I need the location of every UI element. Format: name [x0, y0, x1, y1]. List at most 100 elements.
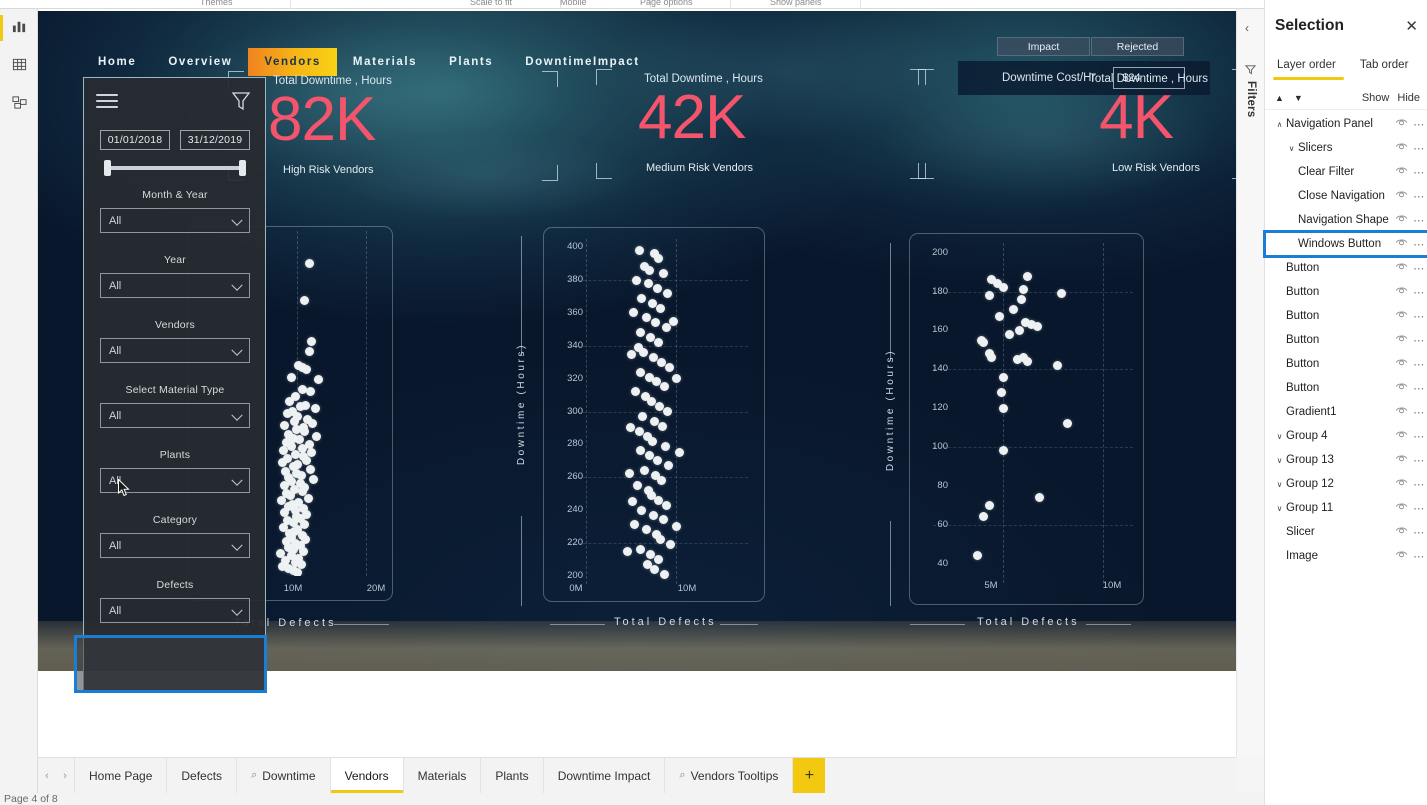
scatter-point[interactable]	[287, 373, 297, 383]
report-view-button[interactable]	[0, 9, 38, 47]
visibility-eye-icon[interactable]	[1392, 550, 1410, 562]
slider-handle-right[interactable]	[239, 160, 246, 176]
visibility-eye-icon[interactable]	[1392, 238, 1410, 250]
scatter-point[interactable]	[653, 554, 663, 564]
chevron-down-icon[interactable]: ∨	[1273, 504, 1286, 513]
scatter-point[interactable]	[986, 353, 996, 363]
visibility-eye-icon[interactable]	[1392, 406, 1410, 418]
scatter-point[interactable]	[310, 404, 320, 414]
scatter-point[interactable]	[637, 505, 647, 515]
more-options-icon[interactable]: ⋯	[1410, 454, 1427, 467]
visibility-eye-icon[interactable]	[1392, 310, 1410, 322]
selection-layer-row[interactable]: Windows Button ⋯	[1263, 230, 1427, 258]
model-view-button[interactable]	[0, 85, 38, 123]
scatter-point[interactable]	[994, 312, 1004, 322]
slicer-dropdown-plants[interactable]: All	[100, 468, 250, 493]
scatter-point[interactable]	[305, 386, 315, 396]
scatter-point[interactable]	[652, 456, 662, 466]
scatter-point[interactable]	[996, 388, 1006, 398]
more-options-icon[interactable]: ⋯	[1410, 142, 1427, 155]
more-options-icon[interactable]: ⋯	[1410, 238, 1427, 251]
scatter-point[interactable]	[313, 374, 323, 384]
slicer-dropdown-vendors[interactable]: All	[100, 338, 250, 363]
scatter-point[interactable]	[304, 259, 314, 269]
scatter-point[interactable]	[653, 338, 663, 347]
page-tab-plants[interactable]: Plants	[481, 758, 544, 793]
page-tab-home-page[interactable]: Home Page	[74, 758, 168, 793]
scatter-point[interactable]	[663, 288, 673, 298]
scatter-point[interactable]	[657, 476, 667, 485]
scatter-point[interactable]	[665, 362, 675, 372]
selection-layer-row[interactable]: ∧ Navigation Panel ⋯	[1265, 112, 1427, 136]
scatter-point[interactable]	[671, 522, 681, 531]
nav-item-home[interactable]: Home	[82, 48, 152, 76]
scatter-point[interactable]	[978, 337, 988, 347]
scatter-point[interactable]	[638, 411, 648, 421]
scatter-plot-medium-risk[interactable]	[568, 239, 748, 584]
scatter-point[interactable]	[294, 435, 304, 445]
page-tab-materials[interactable]: Materials	[403, 758, 482, 793]
move-down-icon[interactable]: ▼	[1294, 93, 1303, 103]
chevron-down-icon[interactable]: ∨	[1273, 480, 1286, 489]
selection-layer-row[interactable]: ∨ Slicers ⋯	[1265, 136, 1427, 160]
scatter-point[interactable]	[654, 254, 664, 264]
more-options-icon[interactable]: ⋯	[1410, 262, 1427, 275]
scatter-point[interactable]	[629, 308, 639, 318]
scatter-point[interactable]	[972, 551, 982, 561]
more-options-icon[interactable]: ⋯	[1410, 214, 1427, 227]
visibility-eye-icon[interactable]	[1392, 526, 1410, 538]
slicer-dropdown-month-year[interactable]: All	[100, 208, 250, 233]
scatter-point[interactable]	[305, 464, 315, 474]
scatter-point[interactable]	[1018, 285, 1028, 295]
more-options-icon[interactable]: ⋯	[1410, 166, 1427, 179]
scatter-point[interactable]	[1032, 322, 1042, 332]
scatter-point[interactable]	[625, 423, 635, 433]
selection-layer-row[interactable]: Button ⋯	[1265, 376, 1427, 400]
more-options-icon[interactable]: ⋯	[1410, 334, 1427, 347]
more-options-icon[interactable]: ⋯	[1410, 310, 1427, 323]
scatter-point[interactable]	[636, 367, 646, 377]
scatter-point[interactable]	[652, 283, 662, 293]
scatter-point[interactable]	[1052, 360, 1062, 370]
scatter-point[interactable]	[998, 446, 1008, 456]
selection-layer-row[interactable]: Gradient1 ⋯	[1265, 400, 1427, 424]
scatter-point[interactable]	[306, 336, 316, 346]
scatter-point[interactable]	[978, 512, 988, 522]
hide-all-button[interactable]: Hide	[1397, 92, 1420, 104]
slider-handle-left[interactable]	[104, 160, 111, 176]
hamburger-menu-icon[interactable]	[96, 94, 118, 109]
scatter-point[interactable]	[668, 316, 678, 326]
scatter-point[interactable]	[984, 500, 994, 510]
selection-layer-row[interactable]: ∨ Group 4 ⋯	[1265, 424, 1427, 448]
scatter-point[interactable]	[635, 446, 645, 456]
date-from-input[interactable]: 01/01/2018	[100, 130, 170, 150]
scatter-point[interactable]	[649, 564, 659, 574]
visibility-eye-icon[interactable]	[1392, 142, 1410, 154]
scatter-point[interactable]	[283, 409, 293, 419]
scatter-point[interactable]	[630, 520, 640, 530]
show-all-button[interactable]: Show	[1362, 92, 1390, 104]
selection-layer-row[interactable]: Clear Filter ⋯	[1265, 160, 1427, 184]
rejected-button[interactable]: Rejected	[1091, 37, 1184, 56]
selection-layer-row[interactable]: Close Navigation ⋯	[1265, 184, 1427, 208]
tab-scroll-next[interactable]: ›	[56, 758, 74, 793]
chevron-up-icon[interactable]: ∧	[1273, 120, 1286, 129]
scatter-point[interactable]	[637, 293, 647, 303]
visibility-eye-icon[interactable]	[1392, 454, 1410, 466]
scatter-point[interactable]	[628, 497, 638, 507]
page-tab-vendors[interactable]: Vendors	[330, 758, 404, 793]
scatter-point[interactable]	[641, 525, 651, 535]
scatter-point[interactable]	[1014, 325, 1024, 335]
selection-layer-row[interactable]: Button ⋯	[1265, 352, 1427, 376]
scatter-point[interactable]	[631, 387, 640, 397]
clear-filter-funnel-icon[interactable]	[231, 90, 251, 117]
scatter-point[interactable]	[631, 275, 641, 285]
more-options-icon[interactable]: ⋯	[1410, 478, 1427, 491]
scatter-point[interactable]	[299, 295, 309, 305]
scatter-point[interactable]	[292, 568, 302, 576]
scatter-point[interactable]	[278, 458, 288, 468]
scatter-point[interactable]	[285, 491, 295, 501]
visibility-eye-icon[interactable]	[1392, 190, 1410, 202]
scatter-point[interactable]	[659, 382, 669, 392]
scatter-point[interactable]	[303, 493, 313, 503]
